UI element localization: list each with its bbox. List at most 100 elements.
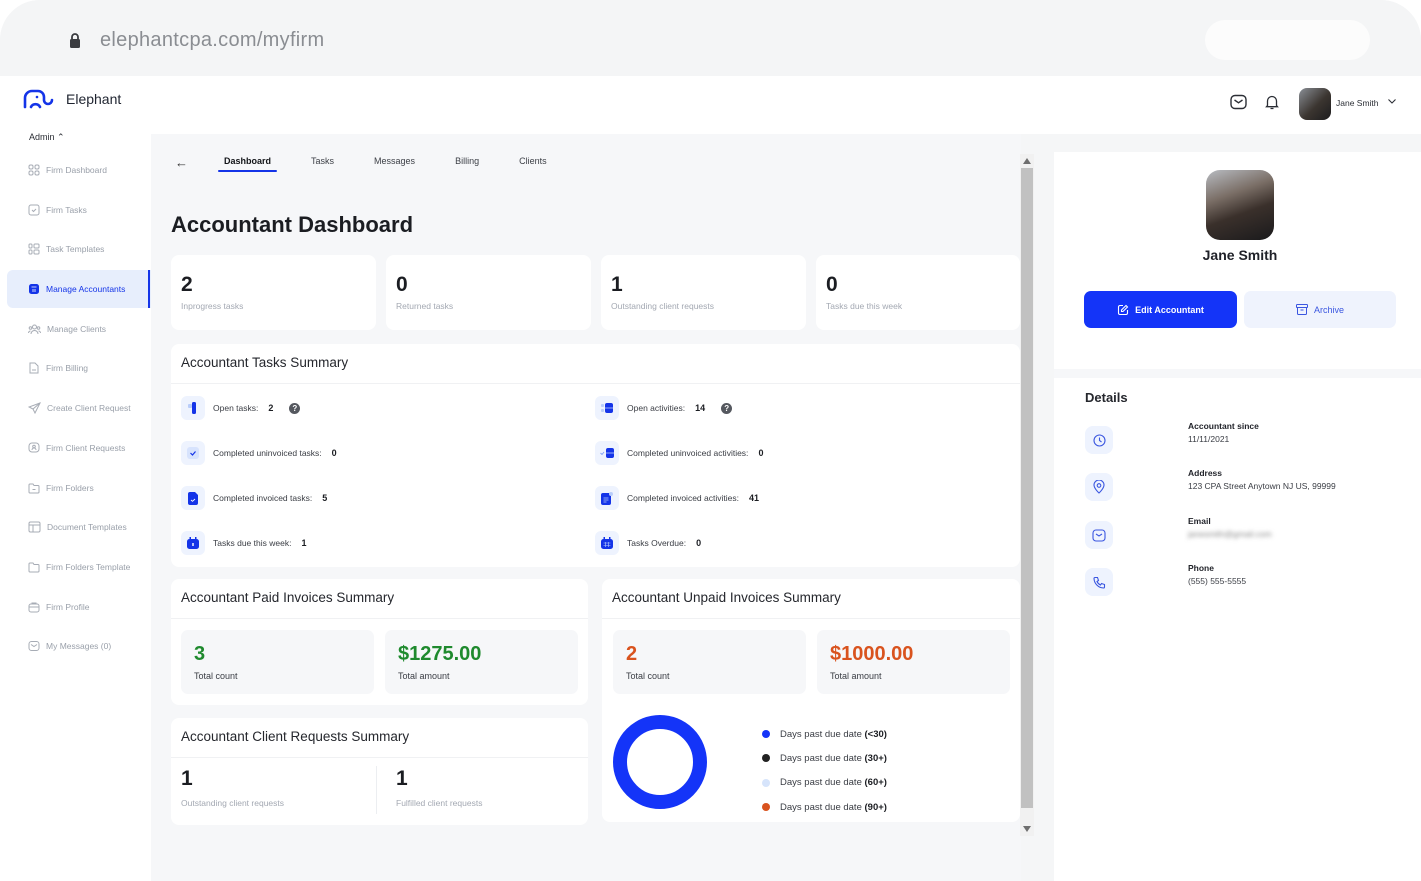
- sidebar-item-firm-folders[interactable]: Firm Folders: [7, 469, 151, 507]
- stat-card-outstanding: 1 Outstanding client requests: [601, 255, 806, 330]
- legend-item-lt30: Days past due date (<30): [762, 722, 887, 746]
- task-value: 5: [322, 493, 328, 503]
- legend-item-90plus: Days past due date (90+): [762, 795, 887, 819]
- client-requests-card: Accountant Client Requests Summary 1 Outs…: [171, 718, 588, 825]
- sidebar-item-firm-dashboard[interactable]: Firm Dashboard: [7, 151, 151, 189]
- sidebar-item-manage-clients[interactable]: Manage Clients: [7, 310, 151, 348]
- detail-label: Address: [1188, 468, 1223, 478]
- activities-check-icon: [595, 441, 619, 465]
- stat-value: 2: [181, 273, 193, 296]
- open-tasks-icon: [181, 396, 205, 420]
- task-label: Completed uninvoiced tasks:: [213, 448, 322, 458]
- admin-section-toggle[interactable]: Admin ⌃: [29, 132, 65, 143]
- logo[interactable]: Elephant: [22, 88, 121, 110]
- stat-label: Inprogress tasks: [181, 301, 244, 311]
- donut-slice-0: [613, 715, 707, 809]
- details-title: Details: [1085, 390, 1128, 405]
- task-value: 2: [268, 403, 274, 413]
- invoice-check-icon: [181, 486, 205, 510]
- mail-icon[interactable]: [1230, 94, 1247, 110]
- clock-icon: [1085, 426, 1113, 454]
- tab-billing[interactable]: Billing: [449, 154, 485, 170]
- sidebar-item-create-client-request[interactable]: Create Client Request: [7, 389, 151, 427]
- sidebar-item-label: Firm Dashboard: [46, 165, 107, 175]
- paid-invoices-card: Accountant Paid Invoices Summary 3 Total …: [171, 579, 588, 705]
- stat-label: Tasks due this week: [826, 301, 903, 311]
- sidebar-item-label: My Messages (0): [46, 641, 112, 652]
- url-text[interactable]: elephantcpa.com/myfirm: [100, 29, 324, 52]
- accountant-profile-panel: Jane Smith Edit Accountant Archive Detai…: [1054, 152, 1421, 881]
- legend-label: Days past due date (90+): [780, 801, 887, 813]
- tab-bar: ← Dashboard Tasks Messages Billing Clien…: [175, 154, 581, 172]
- legend-item-30plus: Days past due date (30+): [762, 746, 887, 770]
- detail-label: Phone: [1188, 563, 1214, 573]
- sidebar-item-firm-client-requests[interactable]: Firm Client Requests: [7, 429, 151, 467]
- detail-label: Email: [1188, 516, 1211, 526]
- mail-icon: [28, 641, 40, 652]
- user-message-icon: [28, 442, 40, 453]
- paid-amount-label: Total amount: [398, 671, 450, 681]
- fulfilled-label: Fulfilled client requests: [396, 798, 483, 808]
- scroll-up-arrow-icon[interactable]: [1023, 158, 1031, 164]
- task-label: Open activities:: [627, 403, 686, 413]
- paid-count-box: 3 Total count: [181, 630, 374, 694]
- scrollbar-thumb[interactable]: [1021, 168, 1033, 808]
- tab-messages[interactable]: Messages: [368, 154, 421, 170]
- tab-tasks[interactable]: Tasks: [305, 154, 340, 170]
- help-icon[interactable]: ?: [289, 402, 301, 414]
- activities-icon: [595, 396, 619, 420]
- lock-icon: [70, 33, 80, 48]
- paid-count-label: Total count: [194, 671, 238, 681]
- folder-icon: [28, 483, 40, 493]
- chevron-down-icon[interactable]: [1387, 97, 1397, 105]
- send-icon: [28, 402, 41, 415]
- stat-card-returned: 0 Returned tasks: [386, 255, 591, 330]
- archive-button[interactable]: Archive: [1244, 291, 1396, 328]
- tab-dashboard[interactable]: Dashboard: [218, 154, 278, 172]
- task-row-overdue: Tasks Overdue: 0: [595, 531, 701, 555]
- document-icon: [29, 362, 39, 374]
- sidebar-item-my-messages[interactable]: My Messages (0): [7, 627, 151, 665]
- accountant-name: Jane Smith: [1202, 247, 1278, 263]
- sidebar: Elephant Admin ⌃ Firm Dashboard Firm Tas…: [0, 76, 151, 881]
- card-title: Accountant Tasks Summary: [171, 344, 1020, 384]
- main-scrollbar[interactable]: [1020, 154, 1034, 836]
- sidebar-item-manage-accountants[interactable]: Manage Accountants: [7, 270, 151, 309]
- unpaid-count: 2: [626, 643, 638, 665]
- sidebar-item-document-templates[interactable]: Document Templates: [7, 508, 151, 546]
- stat-value: 1: [611, 273, 623, 296]
- task-row-completed-uninvoiced-activities: Completed uninvoiced activities: 0: [595, 441, 763, 465]
- task-value: 1: [301, 538, 307, 548]
- outstanding-requests: 1 Outstanding client requests: [171, 768, 294, 809]
- legend-label: Days past due date (<30): [780, 728, 887, 740]
- task-value: 0: [696, 538, 702, 548]
- users-icon: [28, 324, 41, 334]
- location-pin-icon: [1085, 473, 1113, 501]
- sidebar-item-firm-folders-template[interactable]: Firm Folders Template: [7, 548, 151, 586]
- sidebar-item-label: Firm Folders: [46, 482, 94, 493]
- donut-legend: Days past due date (<30) Days past due d…: [762, 722, 887, 819]
- detail-address: Address 123 CPA Street Anytown NJ US, 99…: [1085, 468, 1405, 503]
- archive-icon: [1295, 304, 1308, 315]
- paid-amount: $1275.00: [398, 643, 482, 665]
- back-arrow-icon[interactable]: ←: [175, 155, 188, 170]
- user-name[interactable]: Jane Smith: [1336, 98, 1379, 108]
- stat-label: Returned tasks: [396, 301, 454, 311]
- sidebar-item-firm-profile[interactable]: Firm Profile: [7, 588, 151, 626]
- archive-label: Archive: [1313, 304, 1344, 315]
- edit-accountant-button[interactable]: Edit Accountant: [1084, 291, 1237, 328]
- tab-clients[interactable]: Clients: [513, 154, 553, 170]
- address-bar[interactable]: elephantcpa.com/myfirm: [0, 0, 1421, 76]
- sidebar-item-task-templates[interactable]: Task Templates: [7, 230, 151, 268]
- sidebar-item-label: Firm Client Requests: [46, 442, 126, 453]
- sidebar-item-firm-tasks[interactable]: Firm Tasks: [7, 191, 151, 229]
- sidebar-item-label: Firm Tasks: [46, 204, 87, 215]
- sidebar-item-label: Create Client Request: [47, 403, 131, 414]
- help-icon[interactable]: ?: [721, 402, 733, 414]
- user-avatar[interactable]: [1299, 88, 1331, 120]
- bell-icon[interactable]: [1265, 94, 1279, 110]
- sidebar-item-firm-billing[interactable]: Firm Billing: [7, 349, 151, 387]
- unpaid-amount-box: $1000.00 Total amount: [817, 630, 1010, 694]
- card-title: Accountant Client Requests Summary: [171, 718, 588, 758]
- scroll-down-arrow-icon[interactable]: [1023, 826, 1031, 832]
